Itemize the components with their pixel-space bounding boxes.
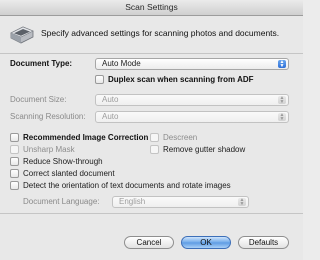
recommended-correction-checkbox[interactable] bbox=[10, 133, 19, 142]
reduce-show-through-label: Reduce Show-through bbox=[23, 157, 103, 166]
document-type-select[interactable]: Auto Mode ▲ ▼ bbox=[95, 58, 289, 70]
options-divider bbox=[0, 213, 303, 214]
scanning-resolution-value: Auto bbox=[102, 112, 119, 121]
remove-gutter-label: Remove gutter shadow bbox=[163, 145, 246, 154]
unsharp-mask-checkbox bbox=[10, 145, 19, 154]
chevron-updown-icon: ▲ ▼ bbox=[238, 197, 246, 207]
document-type-value: Auto Mode bbox=[102, 59, 141, 68]
document-size-value: Auto bbox=[102, 95, 119, 104]
document-type-label: Document Type: bbox=[10, 59, 73, 68]
scan-settings-dialog: Specify advanced settings for scanning p… bbox=[0, 16, 303, 260]
scanning-resolution-label: Scanning Resolution: bbox=[10, 112, 86, 121]
header-divider bbox=[0, 53, 303, 54]
detect-orientation-label: Detect the orientation of text documents… bbox=[23, 181, 231, 190]
header-description: Specify advanced settings for scanning p… bbox=[41, 28, 280, 38]
cancel-button[interactable]: Cancel bbox=[124, 236, 174, 249]
duplex-checkbox[interactable] bbox=[95, 75, 104, 84]
chevron-updown-icon: ▲ ▼ bbox=[278, 59, 286, 69]
document-language-value: English bbox=[119, 197, 146, 206]
remove-gutter-checkbox bbox=[150, 145, 159, 154]
detect-orientation-checkbox[interactable] bbox=[10, 181, 19, 190]
unsharp-mask-label: Unsharp Mask bbox=[23, 145, 75, 154]
document-language-label: Document Language: bbox=[23, 197, 100, 206]
scanner-icon bbox=[10, 26, 34, 44]
descreen-label: Descreen bbox=[163, 133, 198, 142]
document-size-label: Document Size: bbox=[10, 95, 67, 104]
chevron-updown-icon: ▲ ▼ bbox=[278, 95, 286, 105]
document-language-select: English ▲ ▼ bbox=[112, 196, 249, 208]
correct-slanted-label: Correct slanted document bbox=[23, 169, 115, 178]
ok-button[interactable]: OK bbox=[181, 236, 231, 249]
correct-slanted-checkbox[interactable] bbox=[10, 169, 19, 178]
chevron-updown-icon: ▲ ▼ bbox=[278, 112, 286, 122]
recommended-correction-label: Recommended Image Correction bbox=[23, 133, 149, 142]
window-title: Scan Settings bbox=[0, 0, 303, 16]
duplex-label: Duplex scan when scanning from ADF bbox=[108, 75, 254, 84]
reduce-show-through-checkbox[interactable] bbox=[10, 157, 19, 166]
document-size-select: Auto ▲ ▼ bbox=[95, 94, 289, 106]
defaults-button[interactable]: Defaults bbox=[238, 236, 289, 249]
descreen-checkbox bbox=[150, 133, 159, 142]
scanning-resolution-select: Auto ▲ ▼ bbox=[95, 111, 289, 123]
